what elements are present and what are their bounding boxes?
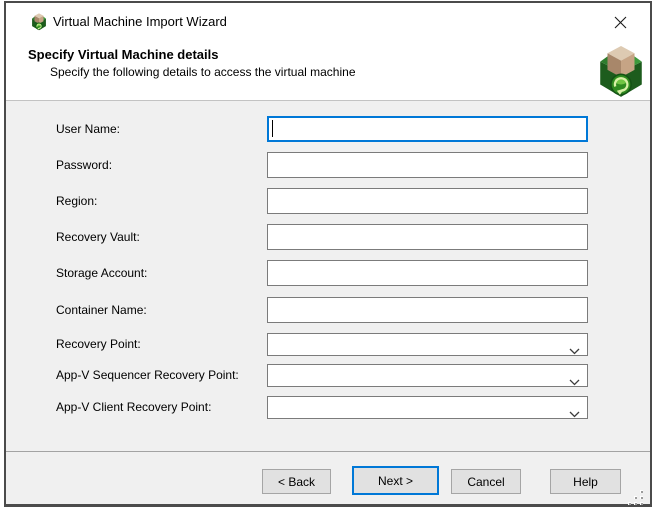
container-name-input[interactable] (267, 297, 588, 323)
storage-account-label: Storage Account: (56, 260, 147, 286)
header-section: Virtual Machine Import Wizard Specify Vi… (6, 3, 650, 101)
app-icon (30, 13, 48, 31)
recovery-point-label: Recovery Point: (56, 333, 141, 356)
recovery-vault-input[interactable] (267, 224, 588, 250)
region-input[interactable] (267, 188, 588, 214)
vm-package-recovery-icon (599, 45, 643, 99)
back-button[interactable]: < Back (262, 469, 331, 494)
resize-grip-icon[interactable] (628, 490, 644, 505)
appv-sequencer-recovery-point-dropdown[interactable] (267, 364, 588, 387)
close-icon (614, 16, 627, 32)
appv-client-recovery-point-dropdown[interactable] (267, 396, 588, 419)
user-name-input[interactable] (267, 116, 588, 142)
page-subtitle: Specify the following details to access … (50, 65, 356, 79)
appv-sequencer-recovery-point-label: App-V Sequencer Recovery Point: (56, 364, 239, 387)
wizard-dialog: Virtual Machine Import Wizard Specify Vi… (4, 1, 652, 507)
next-button[interactable]: Next > (352, 466, 439, 495)
close-button[interactable] (602, 11, 638, 37)
password-label: Password: (56, 152, 112, 178)
window-title: Virtual Machine Import Wizard (53, 14, 227, 29)
help-button[interactable]: Help (550, 469, 621, 494)
chevron-down-icon (569, 342, 580, 360)
container-name-label: Container Name: (56, 297, 147, 323)
cancel-button[interactable]: Cancel (451, 469, 521, 494)
password-input[interactable] (267, 152, 588, 178)
user-name-label: User Name: (56, 116, 120, 142)
recovery-point-dropdown[interactable] (267, 333, 588, 356)
chevron-down-icon (569, 405, 580, 423)
storage-account-input[interactable] (267, 260, 588, 286)
footer-separator (6, 451, 650, 452)
chevron-down-icon (569, 373, 580, 391)
appv-client-recovery-point-label: App-V Client Recovery Point: (56, 396, 211, 419)
recovery-vault-label: Recovery Vault: (56, 224, 140, 250)
page-title: Specify Virtual Machine details (28, 47, 219, 62)
region-label: Region: (56, 188, 97, 214)
text-caret (272, 120, 273, 137)
